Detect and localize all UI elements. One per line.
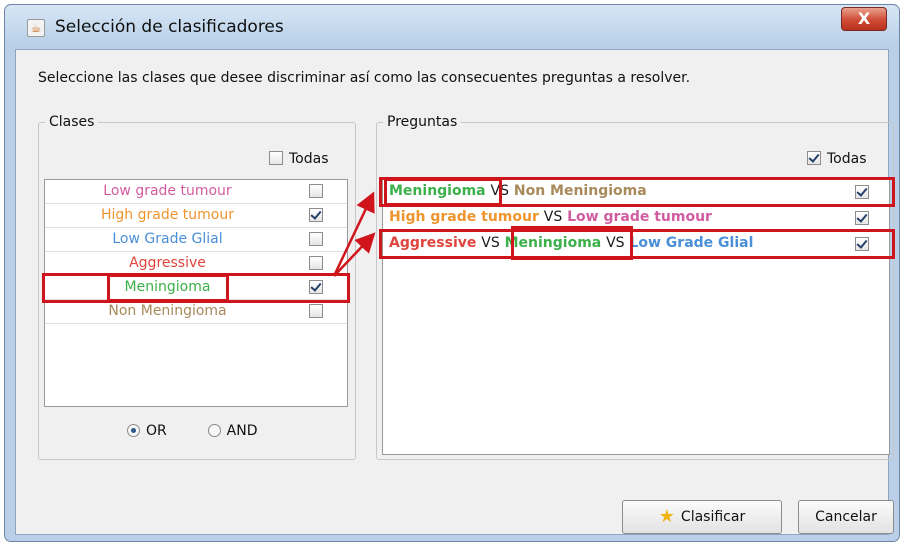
question-class: High grade tumour <box>389 209 539 225</box>
list-item[interactable]: Non Meningioma <box>45 300 347 324</box>
dialog-content: Seleccione las clases que desee discrimi… <box>15 49 895 535</box>
question-row[interactable]: High grade tumour VS Low grade tumour <box>383 206 889 230</box>
preguntas-todas-checkbox[interactable]: Todas <box>807 151 867 167</box>
clasificar-button[interactable]: ★ Clasificar <box>622 500 782 534</box>
clases-todas-checkbox[interactable]: Todas <box>269 151 329 167</box>
logic-radio-group: OR AND <box>127 423 258 439</box>
question-checkbox[interactable] <box>855 211 869 225</box>
title-bar[interactable]: ☕ Selección de clasificadores X <box>5 5 899 49</box>
checkbox-icon[interactable] <box>269 151 283 165</box>
preguntas-todas-label: Todas <box>827 151 867 167</box>
radio-and[interactable]: AND <box>207 423 258 439</box>
clases-group-title: Clases <box>45 114 99 130</box>
vs-label: VS <box>543 209 563 225</box>
class-label: Low Grade Glial <box>112 231 223 247</box>
radio-icon[interactable] <box>127 424 140 437</box>
class-checkbox[interactable] <box>309 208 323 222</box>
highlight-label-annotation <box>384 178 502 206</box>
class-checkbox[interactable] <box>309 256 323 270</box>
class-label: Aggressive <box>129 255 206 271</box>
window-title: Selección de clasificadores <box>55 17 284 37</box>
clasificar-label: Clasificar <box>680 509 746 525</box>
question-class: Low grade tumour <box>567 209 712 225</box>
highlight-label-annotation <box>107 274 229 302</box>
java-icon: ☕ <box>27 19 45 37</box>
list-item[interactable]: Low grade tumour <box>45 180 347 204</box>
instructions-text: Seleccione las clases que desee discrimi… <box>38 70 691 86</box>
radio-and-label: AND <box>226 423 258 439</box>
highlight-label-annotation <box>511 226 633 260</box>
class-checkbox[interactable] <box>309 232 323 246</box>
clases-todas-label: Todas <box>289 151 329 167</box>
cancelar-button[interactable]: Cancelar <box>798 500 894 534</box>
class-label: Low grade tumour <box>103 183 232 199</box>
checkbox-icon[interactable] <box>807 151 821 165</box>
preguntas-list[interactable]: Meningioma VS Non Meningioma High grade … <box>379 177 895 455</box>
preguntas-group-title: Preguntas <box>383 114 462 130</box>
dialog-window: ☕ Selección de clasificadores X Seleccio… <box>4 4 900 542</box>
cancelar-label: Cancelar <box>815 509 877 525</box>
preguntas-group: Preguntas Todas Meningioma VS Non Mening… <box>376 114 895 460</box>
class-checkbox[interactable] <box>309 304 323 318</box>
star-icon: ★ <box>658 506 675 527</box>
list-item[interactable]: High grade tumour <box>45 204 347 228</box>
clases-list[interactable]: Low grade tumour High grade tumour Low G… <box>42 179 350 407</box>
close-button[interactable]: X <box>841 7 887 31</box>
list-item[interactable]: Low Grade Glial <box>45 228 347 252</box>
clases-group: Clases Todas Low grade tumour High grade… <box>38 114 356 460</box>
radio-icon[interactable] <box>207 424 221 437</box>
radio-or[interactable]: OR <box>127 423 167 439</box>
class-label: High grade tumour <box>101 207 234 223</box>
class-checkbox[interactable] <box>309 184 323 198</box>
radio-or-label: OR <box>146 423 167 439</box>
highlight-row-annotation <box>379 229 895 259</box>
class-label: Non Meningioma <box>108 303 227 319</box>
question-text: High grade tumour VS Low grade tumour <box>389 209 712 225</box>
